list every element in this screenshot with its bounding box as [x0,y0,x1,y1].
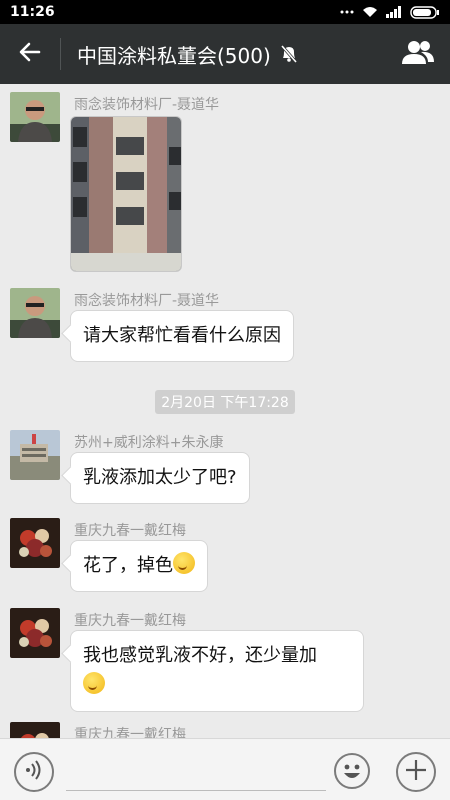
message-text: 请大家帮忙看看什么原因 [83,325,281,346]
signal-icon [386,6,402,18]
plus-icon [405,759,427,785]
sender-name: 雨念装饰材料厂-聂道华 [74,97,220,113]
avatar[interactable] [10,92,60,142]
sender-name: 苏州+威利涂料+朱永康 [74,435,224,451]
message-text: 乳液添加太少了吧? [83,467,237,488]
message-bubble[interactable]: 我也感觉乳液不好，还少量加 [70,630,364,712]
smiley-icon [336,764,368,791]
chat-message-list[interactable]: 雨念装饰材料厂-聂道华 雨念装饰材料厂-聂道华 请大家帮忙看看什么原因 2月20… [0,84,450,738]
more-options-button[interactable] [396,752,436,792]
chat-title: 中国涂料私董会(500) [77,43,271,68]
sender-name: 重庆九春一戴红梅 [74,613,186,629]
message-bubble[interactable]: 请大家帮忙看看什么原因 [70,310,294,362]
message-input[interactable] [66,751,326,791]
title-bar: 中国涂料私董会(500) [0,24,450,84]
arrow-left-icon [19,42,41,66]
group-members-button[interactable] [386,24,450,84]
mute-bell-icon [279,44,299,64]
people-icon [401,39,435,69]
status-time: 11:26 [10,4,55,20]
sender-name: 重庆九春一戴红梅 [74,523,186,539]
battery-icon [410,5,440,19]
message-bubble[interactable]: 乳液添加太少了吧? [70,452,250,504]
status-icons [340,5,440,19]
avatar[interactable] [10,288,60,338]
sender-name: 重庆九春一戴红梅 [74,727,186,738]
avatar[interactable] [10,608,60,658]
status-bar: 11:26 [0,0,450,24]
emoji-icon [173,552,195,574]
message-text: 花了，掉色 [83,555,173,576]
image-message[interactable] [70,116,182,272]
message-bubble[interactable]: 花了，掉色 [70,540,208,592]
timestamp-divider: 2月20日 下午17:28 [155,390,295,414]
avatar[interactable] [10,722,60,738]
avatar[interactable] [10,518,60,568]
emoji-button[interactable] [334,753,370,789]
voice-button[interactable] [14,752,54,792]
input-bar [0,738,450,800]
more-icon [340,9,354,15]
message-text: 我也感觉乳液不好，还少量加 [83,645,317,666]
voice-icon [24,759,44,785]
wifi-icon [362,6,378,18]
back-button[interactable] [0,24,60,84]
emoji-icon [83,672,105,694]
avatar[interactable] [10,430,60,480]
title-divider [60,38,61,70]
sender-name: 雨念装饰材料厂-聂道华 [74,293,220,309]
